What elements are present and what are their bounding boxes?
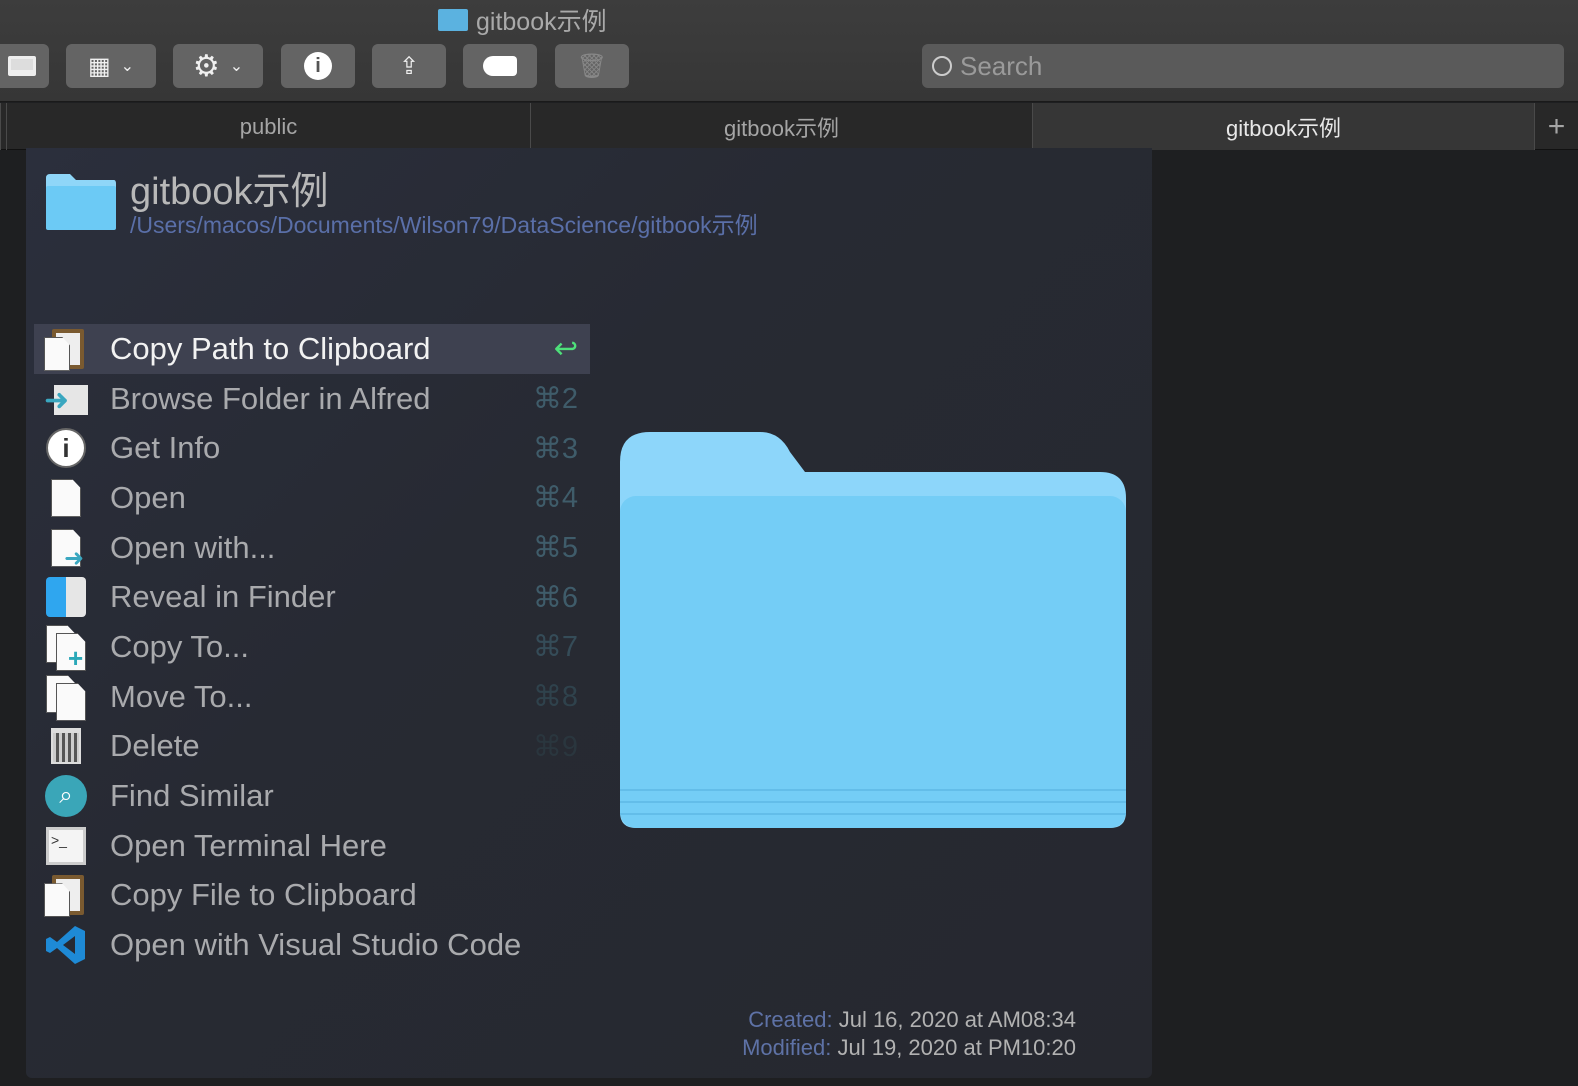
- move-to-icon: [44, 674, 88, 721]
- action-label: Copy To...: [110, 628, 250, 664]
- trash-icon: 🗑: [576, 52, 608, 80]
- magnifier-icon: ⌕: [44, 774, 88, 818]
- action-label: Move To...: [110, 678, 253, 714]
- modified-label: Modified:: [742, 1035, 832, 1060]
- action-item[interactable]: Move To... ⌘8: [34, 672, 590, 722]
- action-item[interactable]: Open with Visual Studio Code: [34, 920, 590, 970]
- chevron-down-icon: ⌄: [229, 58, 244, 75]
- tab-label: public: [239, 113, 298, 139]
- share-icon: ⇪: [398, 52, 420, 80]
- action-item[interactable]: ⌕ Find Similar: [34, 771, 590, 821]
- shortcut: ⌘2: [532, 383, 578, 416]
- action-list: Copy Path to Clipboard ↩ ➜ Browse Folder …: [34, 324, 590, 970]
- shortcut: ⌘8: [532, 681, 578, 714]
- alfred-action-panel: gitbook示例 /Users/macos/Documents/Wilson7…: [26, 148, 1152, 1078]
- item-path: /Users/macos/Documents/Wilson79/DataScie…: [130, 212, 758, 238]
- action-item[interactable]: >_ Open Terminal Here: [34, 821, 590, 871]
- shortcut: ⌘6: [532, 581, 578, 614]
- action-item[interactable]: Copy File to Clipboard: [34, 871, 590, 921]
- action-label: Delete: [110, 728, 200, 764]
- shortcut: ⌘4: [532, 482, 578, 515]
- created-value: Jul 16, 2020 at AM08:34: [838, 1007, 1076, 1032]
- terminal-icon: >_: [44, 824, 88, 868]
- shortcut: ⌘7: [532, 631, 578, 664]
- shortcut: ⌘5: [532, 532, 578, 565]
- action-button[interactable]: ⚙ ⌄: [173, 44, 263, 88]
- document-icon: [44, 476, 88, 520]
- tag-icon: [483, 56, 517, 76]
- grid-icon: ▦: [87, 52, 111, 80]
- shortcut: ↩: [553, 333, 578, 366]
- screen-icon: [7, 56, 36, 76]
- action-label: Copy File to Clipboard: [110, 877, 417, 913]
- action-label: Open with Visual Studio Code: [110, 927, 522, 963]
- share-button[interactable]: ⇪: [372, 44, 446, 88]
- tab-bar: public gitbook示例 gitbook示例 +: [0, 103, 1578, 150]
- tab-gitbook[interactable]: gitbook示例: [530, 103, 1032, 150]
- window-titlebar: gitbook示例 ▦ ⌄ ⚙ ⌄ i ⇪ 🗑: [0, 0, 1578, 102]
- action-item[interactable]: Reveal in Finder ⌘6: [34, 572, 590, 622]
- tab-gitbook-active[interactable]: gitbook示例: [1032, 103, 1534, 150]
- search-field[interactable]: [922, 44, 1564, 88]
- plus-icon: +: [1547, 109, 1566, 143]
- get-info-button[interactable]: i: [281, 44, 355, 88]
- action-label: Find Similar: [110, 778, 274, 814]
- search-input[interactable]: [960, 50, 1520, 82]
- folder-icon: [438, 9, 468, 31]
- created-label: Created:: [748, 1007, 833, 1032]
- action-item[interactable]: + Copy To... ⌘7: [34, 622, 590, 673]
- action-item[interactable]: Delete ⌘9: [34, 722, 590, 772]
- finder-icon: [44, 575, 88, 619]
- chevron-down-icon: ⌄: [120, 58, 135, 75]
- action-label: Open with...: [110, 529, 276, 565]
- shortcut: ⌘9: [532, 730, 578, 763]
- action-label: Get Info: [110, 430, 221, 466]
- action-item[interactable]: i Get Info ⌘3: [34, 423, 590, 473]
- tag-button[interactable]: [463, 44, 537, 88]
- window-title: gitbook示例: [438, 2, 607, 38]
- clipboard-icon: [44, 327, 88, 371]
- tab-public[interactable]: public: [6, 103, 530, 150]
- delete-button[interactable]: 🗑: [555, 44, 629, 88]
- shortcut: ⌘3: [532, 432, 578, 465]
- action-label: Open: [110, 479, 186, 515]
- new-tab-button[interactable]: +: [1534, 103, 1578, 150]
- action-item[interactable]: ➜ Browse Folder in Alfred ⌘2: [34, 374, 590, 424]
- action-item[interactable]: ➜ Open with... ⌘5: [34, 523, 590, 573]
- modified-value: Jul 19, 2020 at PM10:20: [837, 1035, 1077, 1060]
- window-title-text: gitbook示例: [476, 8, 607, 36]
- vscode-icon: [44, 923, 88, 967]
- file-metadata: Created: Jul 16, 2020 at AM08:34 Modifie…: [742, 1006, 1076, 1062]
- action-label: Reveal in Finder: [110, 579, 336, 615]
- open-with-icon: ➜: [44, 526, 88, 572]
- action-label: Open Terminal Here: [110, 827, 387, 863]
- gear-icon: ⚙: [192, 49, 220, 83]
- clipboard-icon: [44, 873, 88, 918]
- action-item[interactable]: Open ⌘4: [34, 473, 590, 523]
- tab-label: gitbook示例: [1226, 115, 1341, 141]
- tab-label: gitbook示例: [724, 115, 839, 141]
- action-item[interactable]: Copy Path to Clipboard ↩: [34, 324, 590, 374]
- folder-icon: [46, 174, 116, 230]
- action-label: Browse Folder in Alfred: [110, 380, 431, 416]
- action-label: Copy Path to Clipboard: [110, 330, 431, 366]
- view-mode-button[interactable]: ▦ ⌄: [66, 44, 156, 88]
- large-folder-icon: [620, 432, 1126, 828]
- trash-icon: [44, 724, 88, 768]
- copy-to-icon: +: [44, 624, 88, 673]
- view-toggle-button[interactable]: [0, 44, 49, 88]
- info-icon: i: [44, 426, 88, 470]
- info-icon: i: [304, 52, 332, 80]
- browse-folder-icon: ➜: [44, 377, 88, 421]
- search-icon: [932, 56, 952, 76]
